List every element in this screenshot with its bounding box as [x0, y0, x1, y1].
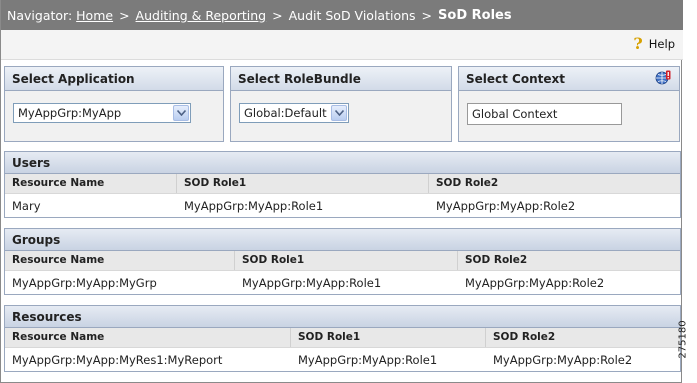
- app-frame: Navigator: Home > Auditing & Reporting >…: [0, 0, 683, 383]
- users-section-title: Users: [5, 152, 680, 174]
- table-row: MyAppGrp:MyApp:MyRes1:MyReport MyAppGrp:…: [5, 348, 680, 370]
- cell-sod-role1: MyAppGrp:MyApp:Role1: [298, 353, 438, 367]
- column-header-sod-role1: SOD Role1: [177, 174, 429, 193]
- resources-section: Resources Resource Name SOD Role1 SOD Ro…: [4, 305, 681, 372]
- navigator-label: Navigator:: [7, 7, 73, 23]
- column-header-sod-role1: SOD Role1: [291, 328, 486, 347]
- rolebundle-select[interactable]: Global:Default: [239, 103, 349, 123]
- select-application-panel: Select Application MyAppGrp:MyApp: [4, 66, 224, 142]
- cell-resource-name: MyAppGrp:MyApp:MyGrp: [12, 276, 157, 290]
- cell-sod-role2: MyAppGrp:MyApp:Role2: [465, 276, 605, 290]
- select-context-title: Select Context: [466, 72, 566, 86]
- globe-icon[interactable]: [655, 70, 671, 86]
- application-select-value: MyAppGrp:MyApp: [18, 106, 122, 120]
- breadcrumb-auditing-reporting[interactable]: Auditing & Reporting: [136, 8, 267, 23]
- column-header-sod-role2: SOD Role2: [493, 331, 556, 343]
- cell-sod-role1: MyAppGrp:MyApp:Role1: [184, 199, 324, 213]
- groups-table-header: Resource Name SOD Role1 SOD Role2: [5, 251, 680, 271]
- breadcrumb-home[interactable]: Home: [76, 8, 113, 23]
- breadcrumb-separator: >: [119, 7, 130, 23]
- resources-table-header: Resource Name SOD Role1 SOD Role2: [5, 328, 680, 348]
- column-header-resource-name: Resource Name: [5, 328, 291, 347]
- select-context-header: Select Context: [459, 67, 679, 91]
- toolbar: ? Help: [1, 30, 683, 60]
- select-rolebundle-title: Select RoleBundle: [231, 67, 451, 91]
- cell-sod-role2: MyAppGrp:MyApp:Role2: [436, 199, 576, 213]
- context-field[interactable]: Global Context: [467, 103, 622, 125]
- table-row: Mary MyAppGrp:MyApp:Role1 MyAppGrp:MyApp…: [5, 194, 680, 216]
- help-label: Help: [648, 37, 675, 51]
- select-application-title: Select Application: [5, 67, 223, 91]
- groups-section-title: Groups: [5, 229, 680, 251]
- navigator-bar: Navigator: Home > Auditing & Reporting >…: [1, 0, 683, 30]
- cell-sod-role1: MyAppGrp:MyApp:Role1: [242, 276, 382, 290]
- breadcrumb-separator: >: [272, 7, 283, 23]
- table-row: MyAppGrp:MyApp:MyGrp MyAppGrp:MyApp:Role…: [5, 271, 680, 293]
- column-header-sod-role1: SOD Role1: [235, 251, 458, 270]
- figure-id: 275180: [678, 310, 697, 370]
- groups-section: Groups Resource Name SOD Role1 SOD Role2…: [4, 228, 681, 295]
- users-section: Users Resource Name SOD Role1 SOD Role2 …: [4, 151, 681, 218]
- column-header-resource-name: Resource Name: [5, 251, 235, 270]
- page-title: SoD Roles: [438, 7, 512, 23]
- application-select[interactable]: MyAppGrp:MyApp: [13, 103, 191, 123]
- column-header-resource-name: Resource Name: [5, 174, 177, 193]
- column-header-sod-role2: SOD Role2: [465, 254, 528, 266]
- chevron-down-icon[interactable]: [173, 105, 189, 121]
- cell-resource-name: MyAppGrp:MyApp:MyRes1:MyReport: [12, 353, 223, 367]
- select-context-panel: Select Context Global Context: [458, 66, 680, 142]
- column-header-sod-role2: SOD Role2: [436, 177, 499, 189]
- rolebundle-select-value: Global:Default: [244, 106, 327, 120]
- figure-id-text: 275180: [677, 320, 689, 359]
- help-button[interactable]: ? Help: [633, 36, 675, 52]
- users-table-header: Resource Name SOD Role1 SOD Role2: [5, 174, 680, 194]
- cell-sod-role2: MyAppGrp:MyApp:Role2: [493, 353, 633, 367]
- breadcrumb-separator: >: [421, 7, 433, 23]
- select-rolebundle-panel: Select RoleBundle Global:Default: [230, 66, 452, 142]
- question-mark-icon: ?: [633, 34, 643, 53]
- cell-resource-name: Mary: [12, 199, 41, 213]
- chevron-down-icon[interactable]: [331, 105, 347, 121]
- breadcrumb-audit-sod-violations: Audit SoD Violations: [288, 7, 416, 23]
- resources-section-title: Resources: [5, 306, 680, 328]
